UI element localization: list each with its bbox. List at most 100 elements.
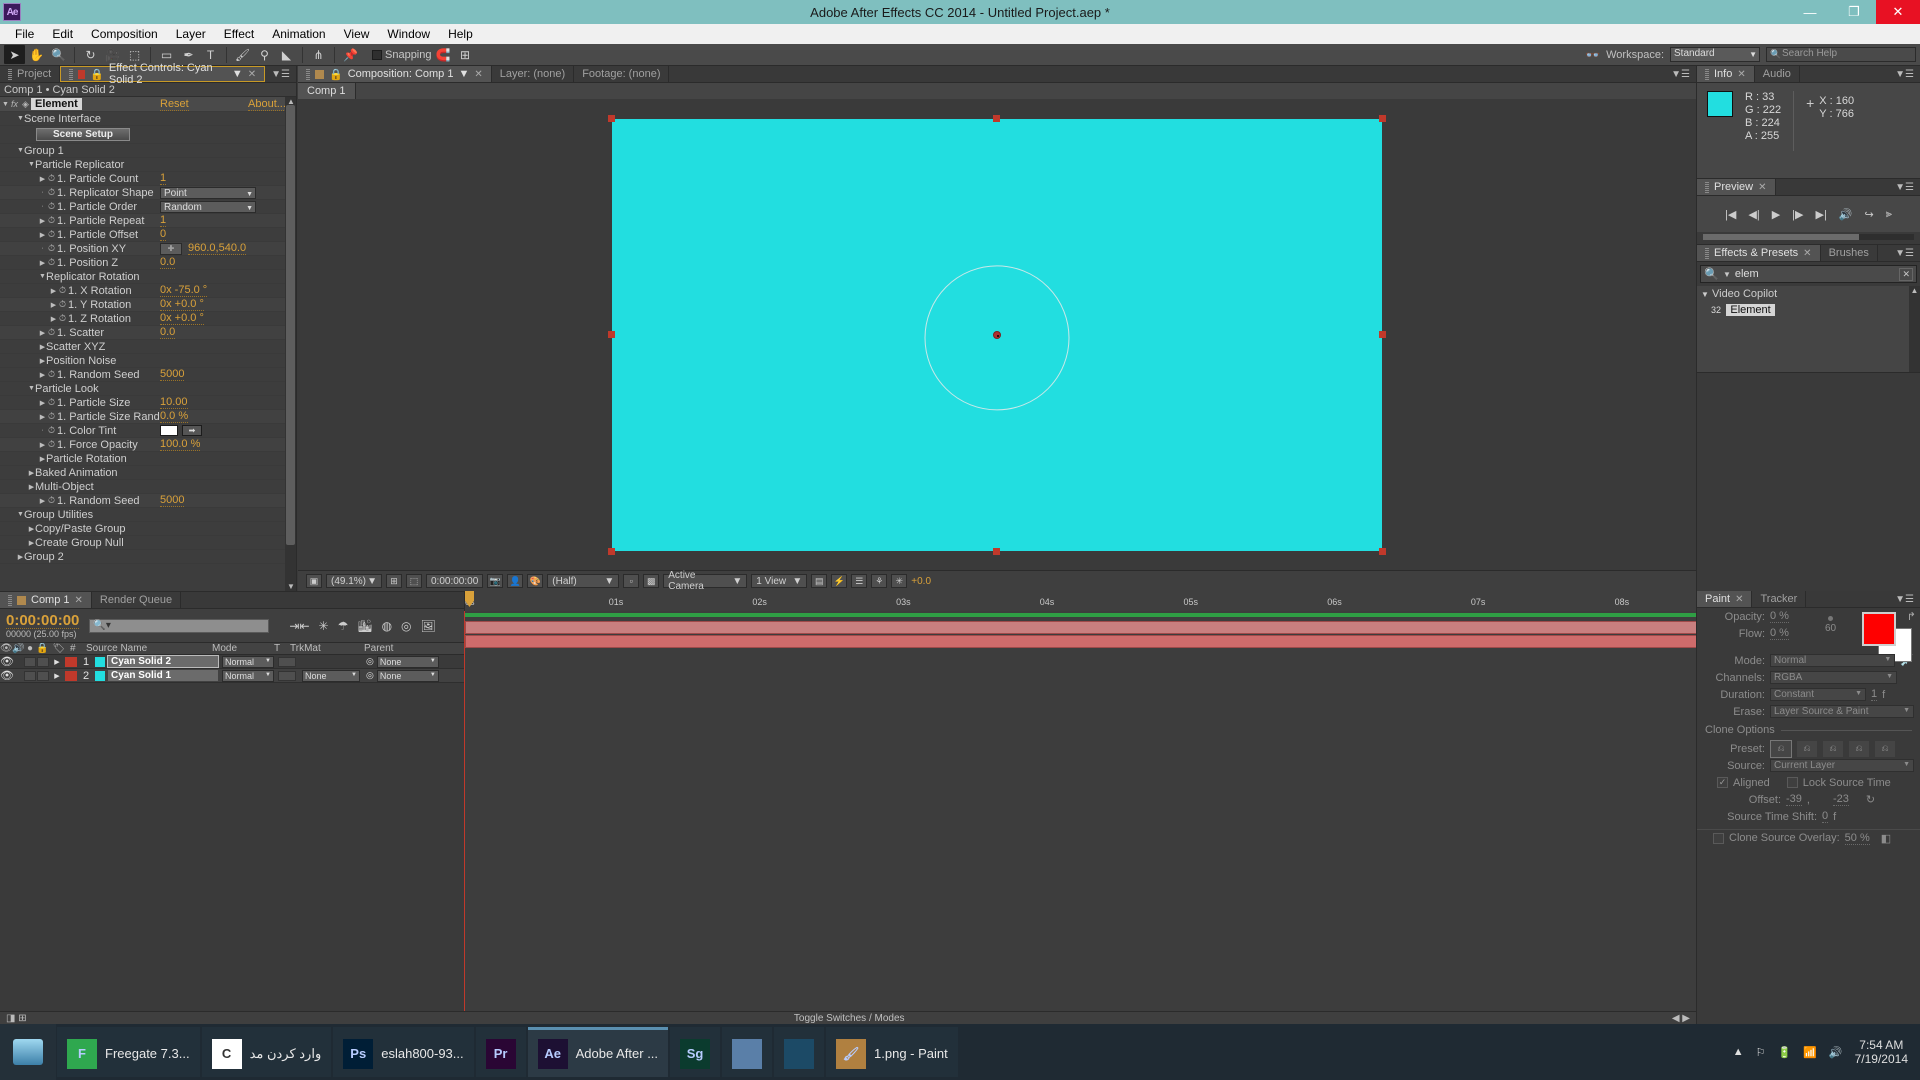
subtab-comp1[interactable]: Comp 1 xyxy=(298,83,356,99)
exposure-reset-icon[interactable]: ✳ xyxy=(891,574,908,588)
effect-row[interactable]: ▶ ⏱ 1. Scatter 0.0 xyxy=(0,326,285,340)
hand-tool-icon[interactable]: ✋ xyxy=(26,45,47,64)
effect-param-value[interactable]: 0.0 xyxy=(160,256,176,269)
stopwatch-icon[interactable]: ⏱ xyxy=(46,439,57,450)
layer-disclosure-icon[interactable]: ▶ xyxy=(49,658,65,666)
battery-icon[interactable]: 🔋 xyxy=(1778,1046,1792,1059)
show-snapshot-icon[interactable]: 👤 xyxy=(507,574,524,588)
menu-layer[interactable]: Layer xyxy=(167,24,215,44)
disclosure-triangle-icon[interactable]: ▶ xyxy=(39,175,46,183)
layer-label-color[interactable] xyxy=(65,656,77,667)
close-icon-paint[interactable]: ✕ xyxy=(1735,594,1743,605)
layer-duration-bar-1[interactable] xyxy=(465,621,1902,634)
info-panel-menu-icon[interactable]: ▼☰ xyxy=(1889,66,1920,82)
col-source-name[interactable]: Source Name xyxy=(86,643,212,654)
brush-tool-icon[interactable]: 🖌 xyxy=(232,45,253,64)
effect-row[interactable]: ▶ Baked Animation xyxy=(0,466,285,480)
effects-search-input[interactable]: 🔍 ▼ elem ✕ xyxy=(1700,265,1917,283)
effect-row[interactable]: ▶ ⏱ 1. Random Seed 5000 xyxy=(0,368,285,382)
close-icon-fx[interactable]: ✕ xyxy=(1803,248,1811,259)
tab-info[interactable]: Info ✕ xyxy=(1697,66,1755,82)
composition-panel-menu-icon[interactable]: ▼☰ xyxy=(1665,66,1696,82)
taskbar-app-button[interactable]: Pr xyxy=(475,1027,526,1077)
graph-editor-icon[interactable]: ◎ xyxy=(401,619,411,633)
scroll-up-icon-fx[interactable]: ▲ xyxy=(1909,286,1920,295)
disclosure-triangle-icon[interactable]: · xyxy=(39,203,46,210)
selection-handle-bl[interactable] xyxy=(608,547,615,555)
effect-row[interactable]: ▼ Particle Look xyxy=(0,382,285,396)
stopwatch-icon[interactable]: ⏱ xyxy=(57,285,68,296)
disclosure-triangle-icon[interactable]: ▼ xyxy=(17,511,24,518)
layer-visibility-icon[interactable]: 👁 xyxy=(0,669,14,682)
puppet-pin-tool-icon[interactable]: 📌 xyxy=(340,45,361,64)
disclosure-triangle-icon[interactable]: ▶ xyxy=(39,217,46,225)
stopwatch-icon[interactable]: ⏱ xyxy=(46,215,57,226)
layer-source-name[interactable]: Cyan Solid 2 xyxy=(107,655,219,668)
timeline-timecode[interactable]: 0:00:00:00 xyxy=(6,613,80,629)
effect-param-value[interactable]: 0.0 xyxy=(160,326,176,339)
tab-project[interactable]: Project xyxy=(0,66,61,82)
camera-view-select[interactable]: Active Camera ▼ xyxy=(663,570,748,592)
taskbar-app-button[interactable] xyxy=(722,1027,773,1077)
effect-param-value[interactable]: 1 xyxy=(160,214,167,227)
effect-header-row[interactable]: ▼ fx ◈ Element Reset About... xyxy=(0,97,285,112)
choose-grid-icon[interactable]: ⊞ xyxy=(386,574,402,588)
disclosure-triangle-icon[interactable]: ▼ xyxy=(28,161,35,168)
effects-list-item[interactable]: Element xyxy=(1726,304,1775,316)
effect-row[interactable]: ▶ ⏱ 1. Particle Repeat 1 xyxy=(0,214,285,228)
workspace-select[interactable]: Standard ▼ xyxy=(1670,47,1760,62)
loop-icon[interactable]: ↪ xyxy=(1865,208,1874,221)
parent-pickwhip-icon[interactable]: ◎ xyxy=(366,656,374,667)
effects-group-row[interactable]: ▼ Video Copilot xyxy=(1697,286,1920,302)
layer-trkmat-select[interactable]: None ▼ xyxy=(302,669,360,682)
selection-handle-bc[interactable] xyxy=(993,547,1000,555)
clone-overlay-toggle-icon[interactable]: ◧ xyxy=(1881,832,1891,845)
layer-parent-select[interactable]: None ▼ xyxy=(376,669,439,682)
tab-effects-presets[interactable]: Effects & Presets ✕ xyxy=(1697,245,1821,261)
effect-param-value[interactable]: 100.0 % xyxy=(160,438,201,451)
layer-visibility-icon[interactable]: 👁 xyxy=(0,655,14,668)
close-icon-preview[interactable]: ✕ xyxy=(1758,182,1766,193)
taskbar-app-button[interactable]: Sg xyxy=(670,1027,721,1077)
eraser-tool-icon[interactable]: ◣ xyxy=(276,45,297,64)
selection-handle-ml[interactable] xyxy=(608,330,615,338)
effect-row[interactable]: ▶ ⏱ 1. Y Rotation 0x +0.0 ° xyxy=(0,298,285,312)
disclosure-triangle-icon[interactable]: ▶ xyxy=(28,469,35,477)
chevron-down-icon-fx-search[interactable]: ▼ xyxy=(1723,270,1731,279)
close-icon[interactable]: ✕ xyxy=(248,69,256,80)
clone-source-overlay-value[interactable]: 50 % xyxy=(1844,832,1870,845)
disclosure-triangle-icon[interactable]: ▶ xyxy=(39,497,46,505)
reset-offset-icon[interactable]: ↻ xyxy=(1866,793,1875,806)
menu-animation[interactable]: Animation xyxy=(263,24,334,44)
disclosure-triangle-icon[interactable]: · xyxy=(39,189,46,196)
snapping-control[interactable]: Snapping xyxy=(372,49,432,61)
stopwatch-icon[interactable]: ⏱ xyxy=(46,411,57,422)
stopwatch-icon[interactable]: ⏱ xyxy=(46,425,57,436)
aligned-checkbox[interactable]: ✓ xyxy=(1717,777,1728,788)
live-update-icon[interactable]: ⇥⇤ xyxy=(289,619,309,633)
tab-render-queue[interactable]: Render Queue xyxy=(91,592,182,608)
layer-mode-select[interactable]: Normal ▼ xyxy=(222,669,274,682)
effect-row[interactable]: ▶ ⏱ 1. Force Opacity 100.0 % xyxy=(0,438,285,452)
scroll-down-icon[interactable]: ▼ xyxy=(287,582,295,591)
snap-magnet-icon[interactable]: 🧲 xyxy=(433,45,454,64)
pixel-aspect-icon[interactable]: ▤ xyxy=(811,574,828,588)
timeline-track-area[interactable] xyxy=(464,611,1902,1024)
tab-comp1-timeline[interactable]: Comp 1 ✕ xyxy=(0,592,92,608)
effect-row[interactable]: ▶ ⏱ 1. Particle Size Rand 0.0 % xyxy=(0,410,285,424)
tab-effect-controls[interactable]: 🔒 Effect Controls: Cyan Solid 2 ▼ ✕ xyxy=(60,62,266,86)
disclosure-triangle-icon[interactable]: ▼ xyxy=(1701,290,1709,299)
col-t[interactable]: T xyxy=(274,643,290,654)
snapping-checkbox[interactable] xyxy=(372,49,382,60)
composition-viewer[interactable] xyxy=(298,99,1696,570)
fast-previews-icon[interactable]: ⚡ xyxy=(831,574,848,588)
stopwatch-icon[interactable]: ⏱ xyxy=(46,173,57,184)
stopwatch-icon[interactable]: ⏱ xyxy=(46,243,57,254)
disclosure-triangle-icon[interactable]: ▶ xyxy=(39,441,46,449)
grid-guides-icon[interactable]: ⊞ xyxy=(455,45,476,64)
effect-row[interactable]: · ⏱ 1. Particle Order Random ▼ xyxy=(0,200,285,214)
foreground-color-swatch[interactable] xyxy=(1862,612,1896,646)
chevron-down-icon-comp[interactable]: ▼ xyxy=(458,68,469,80)
scene-setup-button[interactable]: Scene Setup xyxy=(36,128,130,141)
effect-param-value[interactable]: 0.0 % xyxy=(160,410,189,423)
